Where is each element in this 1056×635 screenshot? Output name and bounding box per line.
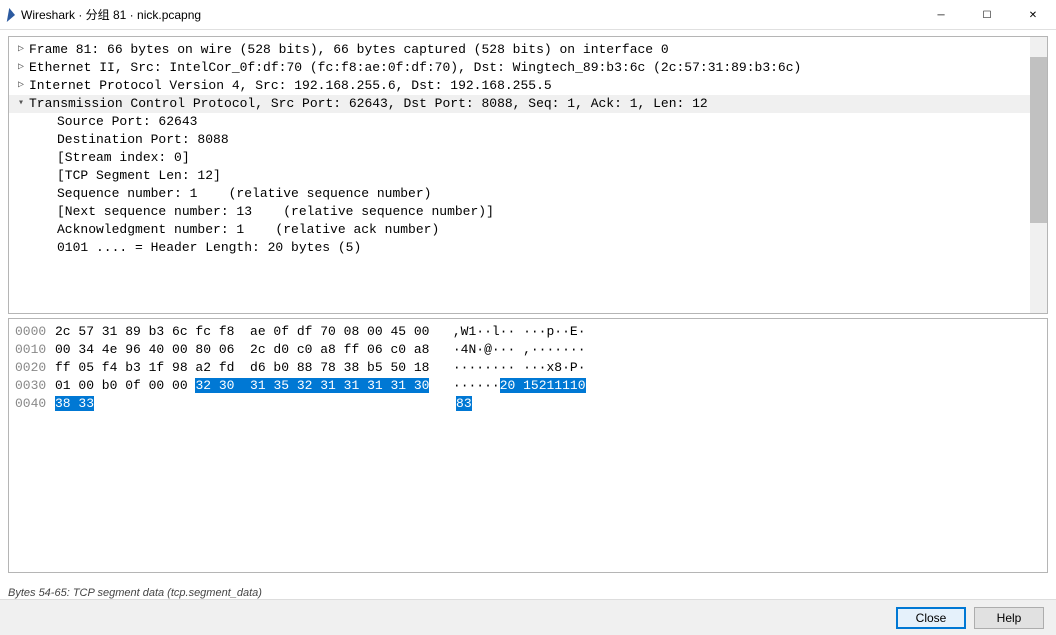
tcp-dst-port[interactable]: Destination Port: 8088 bbox=[9, 131, 1047, 149]
hex-row-0010[interactable]: 001000 34 4e 96 40 00 80 06 2c d0 c0 a8 … bbox=[15, 341, 1041, 359]
scroll-thumb[interactable] bbox=[1030, 57, 1047, 223]
window-controls: ─ ☐ ✕ bbox=[918, 0, 1056, 29]
eth-row[interactable]: ▷Ethernet II, Src: IntelCor_0f:df:70 (fc… bbox=[9, 59, 1047, 77]
dialog-footer: Close Help bbox=[0, 599, 1056, 635]
protocol-tree-pane[interactable]: ▷Frame 81: 66 bytes on wire (528 bits), … bbox=[8, 36, 1048, 314]
selected-hex-bytes: 38 33 bbox=[55, 396, 94, 411]
hex-row-0000[interactable]: 00002c 57 31 89 b3 6c fc f8 ae 0f df 70 … bbox=[15, 323, 1041, 341]
selected-ascii: 20 15211110 bbox=[500, 378, 586, 393]
expand-icon[interactable]: ▷ bbox=[13, 41, 29, 59]
tcp-hdrlen[interactable]: 0101 .... = Header Length: 20 bytes (5) bbox=[9, 239, 1047, 257]
hex-row-0020[interactable]: 0020ff 05 f4 b3 1f 98 a2 fd d6 b0 88 78 … bbox=[15, 359, 1041, 377]
help-button[interactable]: Help bbox=[974, 607, 1044, 629]
title-bar: Wireshark · 分组 81 · nick.pcapng ─ ☐ ✕ bbox=[0, 0, 1056, 30]
tcp-seglen[interactable]: [TCP Segment Len: 12] bbox=[9, 167, 1047, 185]
frame-row[interactable]: ▷Frame 81: 66 bytes on wire (528 bits), … bbox=[9, 41, 1047, 59]
tcp-nextseq[interactable]: [Next sequence number: 13 (relative sequ… bbox=[9, 203, 1047, 221]
expand-icon[interactable]: ▷ bbox=[13, 77, 29, 95]
tcp-ack[interactable]: Acknowledgment number: 1 (relative ack n… bbox=[9, 221, 1047, 239]
hex-row-0030[interactable]: 003001 00 b0 0f 00 00 32 30 31 35 32 31 … bbox=[15, 377, 1041, 395]
tcp-stream[interactable]: [Stream index: 0] bbox=[9, 149, 1047, 167]
collapse-icon[interactable]: ▾ bbox=[13, 95, 29, 113]
proto-scrollbar[interactable] bbox=[1030, 37, 1047, 313]
window-title: Wireshark · 分组 81 · nick.pcapng bbox=[21, 6, 918, 23]
hex-dump-pane[interactable]: 00002c 57 31 89 b3 6c fc f8 ae 0f df 70 … bbox=[8, 318, 1048, 573]
status-bar: Bytes 54-65: TCP segment data (tcp.segme… bbox=[8, 587, 262, 599]
minimize-button[interactable]: ─ bbox=[918, 0, 964, 30]
expand-icon[interactable]: ▷ bbox=[13, 59, 29, 77]
ip-row[interactable]: ▷Internet Protocol Version 4, Src: 192.1… bbox=[9, 77, 1047, 95]
tcp-seq[interactable]: Sequence number: 1 (relative sequence nu… bbox=[9, 185, 1047, 203]
selected-hex-bytes: 32 30 31 35 32 31 31 31 31 30 bbox=[195, 378, 429, 393]
close-window-button[interactable]: ✕ bbox=[1010, 0, 1056, 30]
wireshark-icon bbox=[7, 8, 16, 22]
hex-row-0040[interactable]: 004038 3383 bbox=[15, 395, 1041, 413]
tcp-src-port[interactable]: Source Port: 62643 bbox=[9, 113, 1047, 131]
selected-ascii: 83 bbox=[456, 396, 472, 411]
tcp-row[interactable]: ▾Transmission Control Protocol, Src Port… bbox=[9, 95, 1047, 113]
close-button[interactable]: Close bbox=[896, 607, 966, 629]
maximize-button[interactable]: ☐ bbox=[964, 0, 1010, 30]
